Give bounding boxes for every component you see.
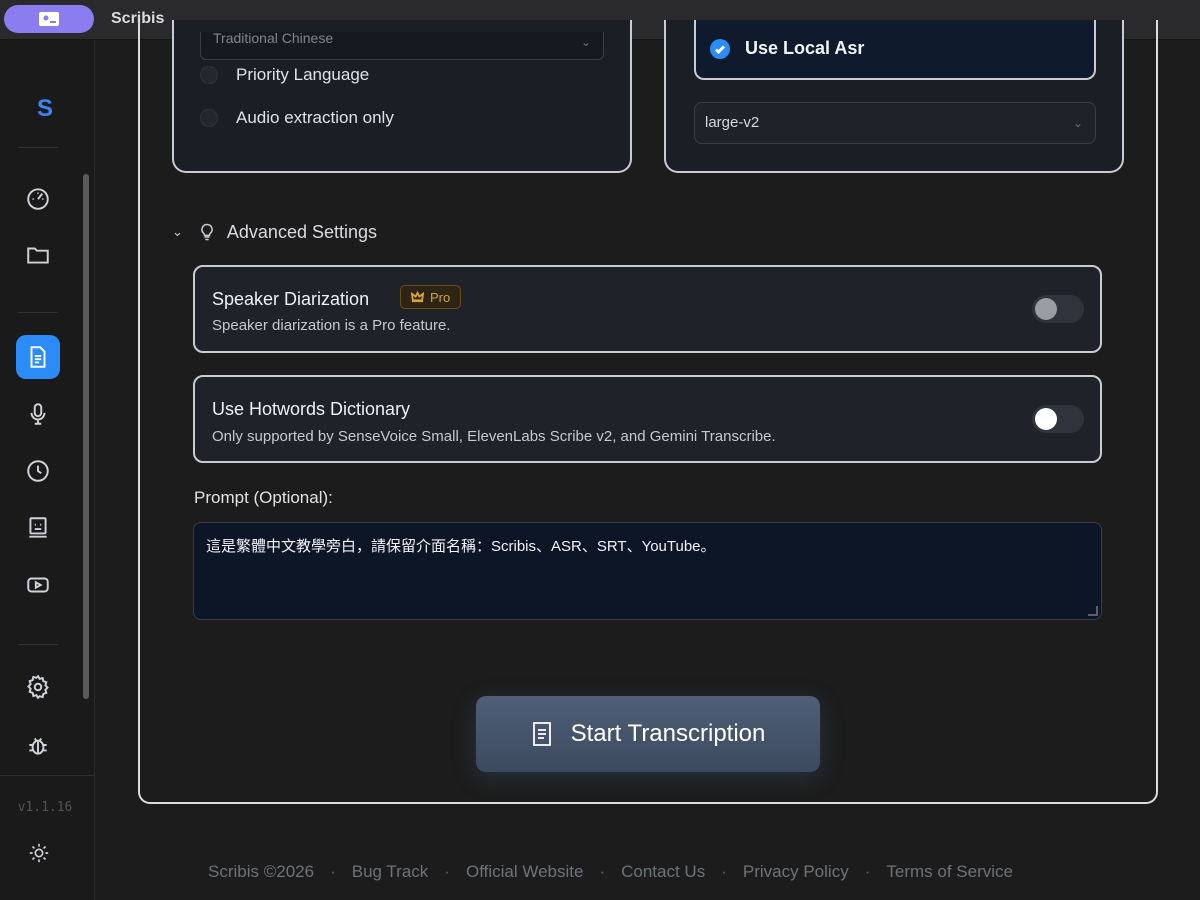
- document-icon: [532, 722, 551, 746]
- bug-icon: [29, 737, 47, 755]
- pro-badge: Pro: [400, 285, 462, 309]
- advanced-settings-title: Advanced Settings: [226, 221, 378, 242]
- language-select-value: Traditional Chinese: [213, 32, 334, 46]
- microphone-icon: [30, 403, 46, 425]
- hotwords-description: Only supported by SenseVoice Small, Elev…: [212, 428, 776, 445]
- footer-link-contact-us[interactable]: Contact Us: [621, 862, 705, 882]
- language-select[interactable]: Traditional Chinese ⌄: [200, 32, 604, 60]
- speaker-diarization-card: Speaker Diarization Pro Speaker diarizat…: [193, 265, 1102, 353]
- sidebar-divider: [18, 644, 58, 645]
- sidebar-scrollbar[interactable]: [83, 174, 89, 699]
- sidebar-item-history[interactable]: [16, 449, 60, 493]
- footer-separator: ·: [864, 862, 871, 881]
- advanced-settings-toggle[interactable]: ⌄ Advanced Settings: [172, 220, 377, 244]
- youtube-icon: [27, 577, 49, 593]
- gauge-icon: [27, 188, 49, 210]
- crown-icon: [411, 290, 424, 302]
- priority-language-label: Priority Language: [236, 65, 370, 84]
- sidebar-item-subtitle-editor[interactable]: [16, 506, 60, 550]
- chevron-down-icon: ⌄: [580, 35, 591, 49]
- start-transcription-button[interactable]: Start Transcription: [476, 696, 820, 772]
- toggle-knob: [1035, 298, 1057, 320]
- asr-model-value: large-v2: [705, 114, 760, 131]
- document-icon: [30, 346, 46, 368]
- audio-extraction-radio[interactable]: [200, 109, 218, 127]
- sidebar-item-dashboard[interactable]: [16, 176, 60, 220]
- sidebar-item-record[interactable]: [16, 392, 60, 436]
- sidebar-divider: [18, 312, 58, 313]
- footer-link-privacy-policy[interactable]: Privacy Policy: [743, 862, 849, 882]
- theme-toggle-button[interactable]: [22, 836, 56, 870]
- clock-icon: [27, 460, 49, 482]
- sidebar-item-settings[interactable]: [16, 665, 60, 709]
- audio-extraction-label: Audio extraction only: [236, 108, 394, 127]
- prompt-text: 這是繁體中文教學旁白，請保留介面名稱：Scribis、ASR、SRT、YouTu…: [206, 538, 716, 555]
- app-logo: S: [36, 95, 53, 122]
- sidebar-item-youtube[interactable]: [16, 563, 60, 607]
- asr-model-select[interactable]: large-v2 ⌄: [694, 102, 1096, 144]
- priority-language-radio[interactable]: [200, 66, 218, 84]
- use-local-asr-label: Use Local Asr: [745, 38, 865, 58]
- user-card-icon: [39, 12, 59, 26]
- start-transcription-label: Start Transcription: [570, 720, 766, 747]
- app-version: v1.1.16: [17, 800, 73, 815]
- footer-separator: ·: [330, 862, 336, 881]
- window-menu-button[interactable]: [4, 5, 94, 33]
- sidebar-item-debug[interactable]: [16, 723, 60, 767]
- chevron-down-icon: ⌄: [172, 224, 183, 239]
- chevron-down-icon: ⌄: [1072, 116, 1083, 130]
- footer-separator: ·: [599, 862, 606, 881]
- sun-icon: [29, 843, 49, 863]
- speaker-diarization-description: Speaker diarization is a Pro feature.: [212, 317, 451, 334]
- footer-copyright: Scribis ©2026: [208, 862, 315, 881]
- hotwords-title: Use Hotwords Dictionary: [212, 399, 411, 419]
- folder-icon: [27, 247, 49, 264]
- prompt-textarea[interactable]: 這是繁體中文教學旁白，請保留介面名稱：Scribis、ASR、SRT、YouTu…: [193, 522, 1102, 620]
- sidebar-divider: [18, 147, 58, 148]
- speaker-diarization-toggle[interactable]: [1032, 295, 1084, 323]
- footer-separator: ·: [444, 862, 450, 881]
- pro-badge-label: Pro: [430, 289, 451, 305]
- sidebar-item-files[interactable]: [16, 233, 60, 277]
- footer-link-bug-track[interactable]: Bug Track: [352, 862, 429, 882]
- speaker-diarization-title: Speaker Diarization: [212, 289, 370, 309]
- gear-icon: [27, 674, 49, 700]
- checkmark-icon: [714, 45, 726, 55]
- use-local-asr-checkbox[interactable]: [710, 39, 730, 59]
- sidebar: S v1.1.16: [0, 40, 95, 900]
- footer-link-official-website[interactable]: Official Website: [466, 862, 583, 882]
- sidebar-divider: [0, 775, 95, 776]
- footer: Scribis ©2026 · Bug Track · Official Web…: [208, 861, 1013, 883]
- hotwords-card: Use Hotwords Dictionary Only supported b…: [193, 375, 1102, 463]
- sidebar-item-transcribe[interactable]: [16, 335, 60, 379]
- prompt-label: Prompt (Optional):: [194, 488, 333, 507]
- footer-separator: ·: [721, 862, 727, 881]
- hotwords-toggle[interactable]: [1032, 405, 1084, 433]
- toggle-knob: [1035, 408, 1057, 430]
- resize-handle-icon[interactable]: [1088, 606, 1098, 616]
- footer-link-terms-of-service[interactable]: Terms of Service: [886, 862, 1013, 882]
- monitor-icon: [29, 517, 47, 538]
- lightbulb-icon: [201, 223, 213, 241]
